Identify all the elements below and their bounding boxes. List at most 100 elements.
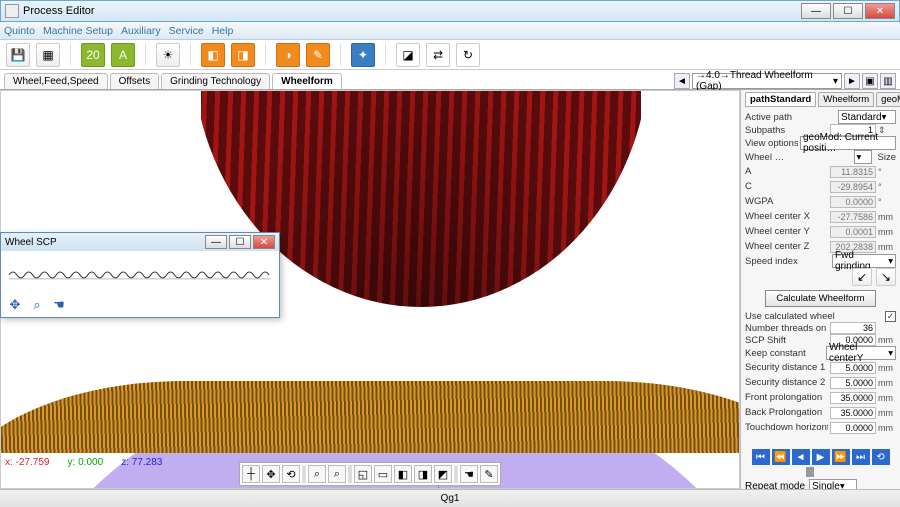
keep-const-select[interactable]: Wheel centerY▾: [826, 346, 896, 360]
main-toolbar: 💾 ▦ 20 A ☀ ◧ ◨ ◑ ✎ ✦ ◪ ⇄ ↻: [0, 40, 900, 70]
scp-shift-label: SCP Shift: [745, 335, 828, 346]
extra-1-label: Security distance 2: [745, 377, 828, 388]
tool-wh3-icon[interactable]: ↻: [456, 43, 480, 67]
sidetab-wheelform[interactable]: Wheelform: [818, 92, 874, 107]
calculate-wheelform-button[interactable]: Calculate Wheelform: [765, 290, 875, 307]
tab-wheelform[interactable]: Wheelform: [272, 73, 342, 89]
vt-opt2-icon[interactable]: ◨: [414, 465, 432, 483]
tool-gr1-icon[interactable]: 20: [81, 43, 105, 67]
sidetab-geomod[interactable]: geoMod: [876, 92, 900, 107]
param-3-value: -27.7586: [830, 211, 876, 223]
close-button[interactable]: ✕: [865, 3, 895, 19]
pb-back-icon[interactable]: ◄: [792, 449, 810, 465]
pb-first-icon[interactable]: ⏮: [752, 449, 770, 465]
wheel-scp-max-button[interactable]: ☐: [229, 235, 251, 249]
pb-play-icon[interactable]: ▶: [812, 449, 830, 465]
extra-0-value[interactable]: 5.0000: [830, 362, 876, 374]
status-text: Qg1: [441, 493, 460, 504]
vt-box-icon[interactable]: ▭: [374, 465, 392, 483]
pb-prev-icon[interactable]: ⏪: [772, 449, 790, 465]
vt-rotate-icon[interactable]: ⟲: [282, 465, 300, 483]
menu-auxiliary[interactable]: Auxiliary: [121, 25, 161, 37]
menu-machine-setup[interactable]: Machine Setup: [43, 25, 113, 37]
wheel-select[interactable]: ▾: [854, 150, 872, 164]
extra-3-label: Back Prolongation: [745, 407, 828, 418]
wheel-scp-close-button[interactable]: ✕: [253, 235, 275, 249]
repeat-select[interactable]: Single ▾: [809, 479, 857, 489]
tool-wh2-icon[interactable]: ⇄: [426, 43, 450, 67]
pb-loop-icon[interactable]: ⟲: [872, 449, 890, 465]
menu-service[interactable]: Service: [169, 25, 204, 37]
tool-sun-icon[interactable]: ☀: [156, 43, 180, 67]
menu-help[interactable]: Help: [212, 25, 234, 37]
extra-3-value[interactable]: 35.0000: [830, 407, 876, 419]
speed-index-select[interactable]: Fwd grinding ▾: [832, 254, 896, 268]
tool-or3-icon[interactable]: ◑: [276, 43, 300, 67]
param-1-value: -29.8954: [830, 181, 876, 193]
preview-b-icon[interactable]: ↘: [876, 268, 896, 286]
tool-wh1-icon[interactable]: ◪: [396, 43, 420, 67]
tool-bl1-icon[interactable]: ✦: [351, 43, 375, 67]
tab-offsets[interactable]: Offsets: [110, 73, 160, 89]
vt-pick-icon[interactable]: ☚: [460, 465, 478, 483]
preview-a-icon[interactable]: ↙: [852, 268, 872, 286]
wheel-scp-window[interactable]: Wheel SCP — ☐ ✕ ✥ ⌕ ☚: [0, 232, 280, 318]
vt-opt3-icon[interactable]: ◩: [434, 465, 452, 483]
tool-gr2-icon[interactable]: A: [111, 43, 135, 67]
view-options-label: View options: [745, 138, 798, 149]
nav-next-icon[interactable]: ►: [844, 73, 860, 89]
extra-2-value[interactable]: 35.0000: [830, 392, 876, 404]
vt-axes-icon[interactable]: ┼: [242, 465, 260, 483]
vt-opt1-icon[interactable]: ◧: [394, 465, 412, 483]
menu-quinto[interactable]: Quinto: [4, 25, 35, 37]
tab-grinding-tech[interactable]: Grinding Technology: [161, 73, 270, 89]
scp-move-icon[interactable]: ✥: [6, 296, 24, 314]
coord-readout: x: -27.759 y: 0.000 z: 77.283: [5, 457, 162, 468]
pb-fwd-icon[interactable]: ⏩: [832, 449, 850, 465]
path-select[interactable]: →4.0→Thread Wheelform (Gap)▾: [692, 73, 842, 89]
param-2-value: 0.0000: [830, 196, 876, 208]
scp-pick-icon[interactable]: ☚: [50, 296, 68, 314]
extra-0-label: Security distance 1: [745, 362, 828, 373]
active-path-select[interactable]: Standard ▾: [838, 110, 896, 124]
app-icon: [5, 4, 19, 18]
threads-value[interactable]: 36: [830, 322, 876, 334]
vt-fit-icon[interactable]: ◱: [354, 465, 372, 483]
speed-index-label: Speed index: [745, 256, 830, 267]
param-3-label: Wheel center X: [745, 211, 828, 222]
scp-zoom-icon[interactable]: ⌕: [28, 296, 46, 314]
tool-or1-icon[interactable]: ◧: [201, 43, 225, 67]
param-0-value: 11.8315: [830, 166, 876, 178]
extra-4-value[interactable]: 0.0000: [830, 422, 876, 434]
param-0-label: A: [745, 166, 828, 177]
tool-save-icon[interactable]: 💾: [6, 43, 30, 67]
vt-extra-icon[interactable]: ✎: [480, 465, 498, 483]
param-5-label: Wheel center Z: [745, 241, 828, 252]
extra-1-value[interactable]: 5.0000: [830, 377, 876, 389]
maximize-button[interactable]: ☐: [833, 3, 863, 19]
window-titlebar: Process Editor — ☐ ✕: [0, 0, 900, 22]
tool-or2-icon[interactable]: ◨: [231, 43, 255, 67]
size-label: Size: [878, 152, 896, 163]
tool-table-icon[interactable]: ▦: [36, 43, 60, 67]
tab-wheel-feed-speed[interactable]: Wheel,Feed,Speed: [4, 73, 108, 89]
use-calc-checkbox[interactable]: [885, 311, 896, 322]
use-calc-label: Use calculated wheel: [745, 311, 883, 322]
nav-btn-b-icon[interactable]: ▥: [880, 73, 896, 89]
view-options-select[interactable]: geoMod: Current positi…: [800, 136, 896, 150]
minimize-button[interactable]: —: [801, 3, 831, 19]
wheel-scp-titlebar[interactable]: Wheel SCP — ☐ ✕: [1, 233, 279, 251]
wheel-scp-profile: [7, 257, 273, 287]
tool-or4-icon[interactable]: ✎: [306, 43, 330, 67]
wheel-scp-min-button[interactable]: —: [205, 235, 227, 249]
nav-btn-a-icon[interactable]: ▣: [862, 73, 878, 89]
param-1-label: C: [745, 181, 828, 192]
vt-zoomout-icon[interactable]: ⌕: [328, 465, 346, 483]
vt-zoomin-icon[interactable]: ⌕: [308, 465, 326, 483]
vt-move-icon[interactable]: ✥: [262, 465, 280, 483]
sidetab-pathstandard[interactable]: pathStandard: [745, 92, 816, 107]
menubar: Quinto Machine Setup Auxiliary Service H…: [0, 22, 900, 40]
extra-4-label: Touchdown horizontal: [745, 422, 828, 433]
pb-last-icon[interactable]: ⏭: [852, 449, 870, 465]
nav-prev-icon[interactable]: ◄: [674, 73, 690, 89]
